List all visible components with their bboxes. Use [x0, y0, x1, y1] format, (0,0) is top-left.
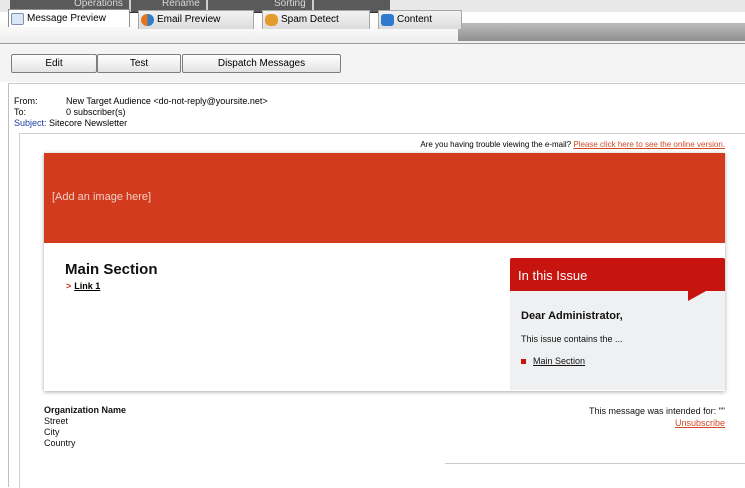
tab-content[interactable]: Content [378, 10, 462, 29]
to-label: To: [14, 107, 27, 117]
hero-text: [Add an image here] [52, 191, 152, 203]
dispatch-messages-button[interactable]: Dispatch Messages [182, 54, 341, 73]
org-name: Organization Name [44, 405, 127, 415]
tab-message-preview[interactable]: Message Preview [8, 9, 130, 27]
message-header: From: New Target Audience <do-not-reply@y… [14, 96, 268, 129]
header-notch [688, 291, 706, 301]
tab-label: Message Preview [27, 12, 106, 24]
trouble-viewing-line: Are you having trouble viewing the e-mai… [420, 140, 725, 149]
recipient-note: This message was intended for: "" Unsubs… [589, 405, 725, 429]
org-city: City [44, 427, 60, 437]
greeting: Dear Administrator, [521, 310, 623, 322]
tab-label: Content [397, 14, 433, 25]
tab-label: Email Preview [157, 14, 221, 25]
organization-address: Organization Name Street City Country [44, 405, 126, 449]
subject-value: Sitecore Newsletter [49, 118, 128, 128]
hero-image-placeholder[interactable]: [Add an image here] [44, 153, 725, 243]
cube-icon [381, 14, 394, 26]
spam-icon [265, 14, 278, 26]
tab-email-preview[interactable]: Email Preview [138, 10, 254, 29]
to-value: 0 subscriber(s) [66, 107, 126, 117]
arrow-icon: > [66, 281, 72, 291]
preview-icon [11, 12, 24, 25]
intended-text: This message was intended for: "" [589, 406, 725, 416]
left-border [8, 84, 9, 487]
online-version-link[interactable]: Please click here to see the online vers… [573, 140, 725, 149]
issue-link-main-section[interactable]: Main Section [521, 356, 585, 366]
test-button[interactable]: Test [97, 54, 181, 73]
from-value: New Target Audience <do-not-reply@yoursi… [66, 96, 268, 106]
link-1[interactable]: > Link 1 [66, 281, 100, 291]
trouble-text: Are you having trouble viewing the e-mai… [420, 140, 572, 149]
issue-summary: This issue contains the ... [521, 334, 623, 344]
bullet-icon [521, 358, 526, 364]
main-section-title: Main Section [65, 261, 158, 278]
tab-label: Spam Detect [281, 14, 339, 25]
tab-spam-detect[interactable]: Spam Detect [262, 10, 370, 29]
divider [8, 83, 745, 84]
in-this-issue-title: In this Issue [518, 268, 588, 283]
link-1-label: Link 1 [74, 281, 101, 291]
unsubscribe-link[interactable]: Unsubscribe [675, 418, 725, 428]
edit-button[interactable]: Edit [11, 54, 97, 73]
footer-divider [445, 463, 745, 464]
issue-link-label: Main Section [533, 356, 586, 366]
org-country: Country [44, 438, 76, 448]
subject-label: Subject: [14, 118, 47, 128]
people-icon [141, 14, 154, 26]
org-street: Street [44, 416, 69, 426]
tab-bar-fill [458, 23, 745, 41]
from-label: From: [14, 96, 38, 106]
in-this-issue-header: In this Issue [510, 258, 725, 291]
